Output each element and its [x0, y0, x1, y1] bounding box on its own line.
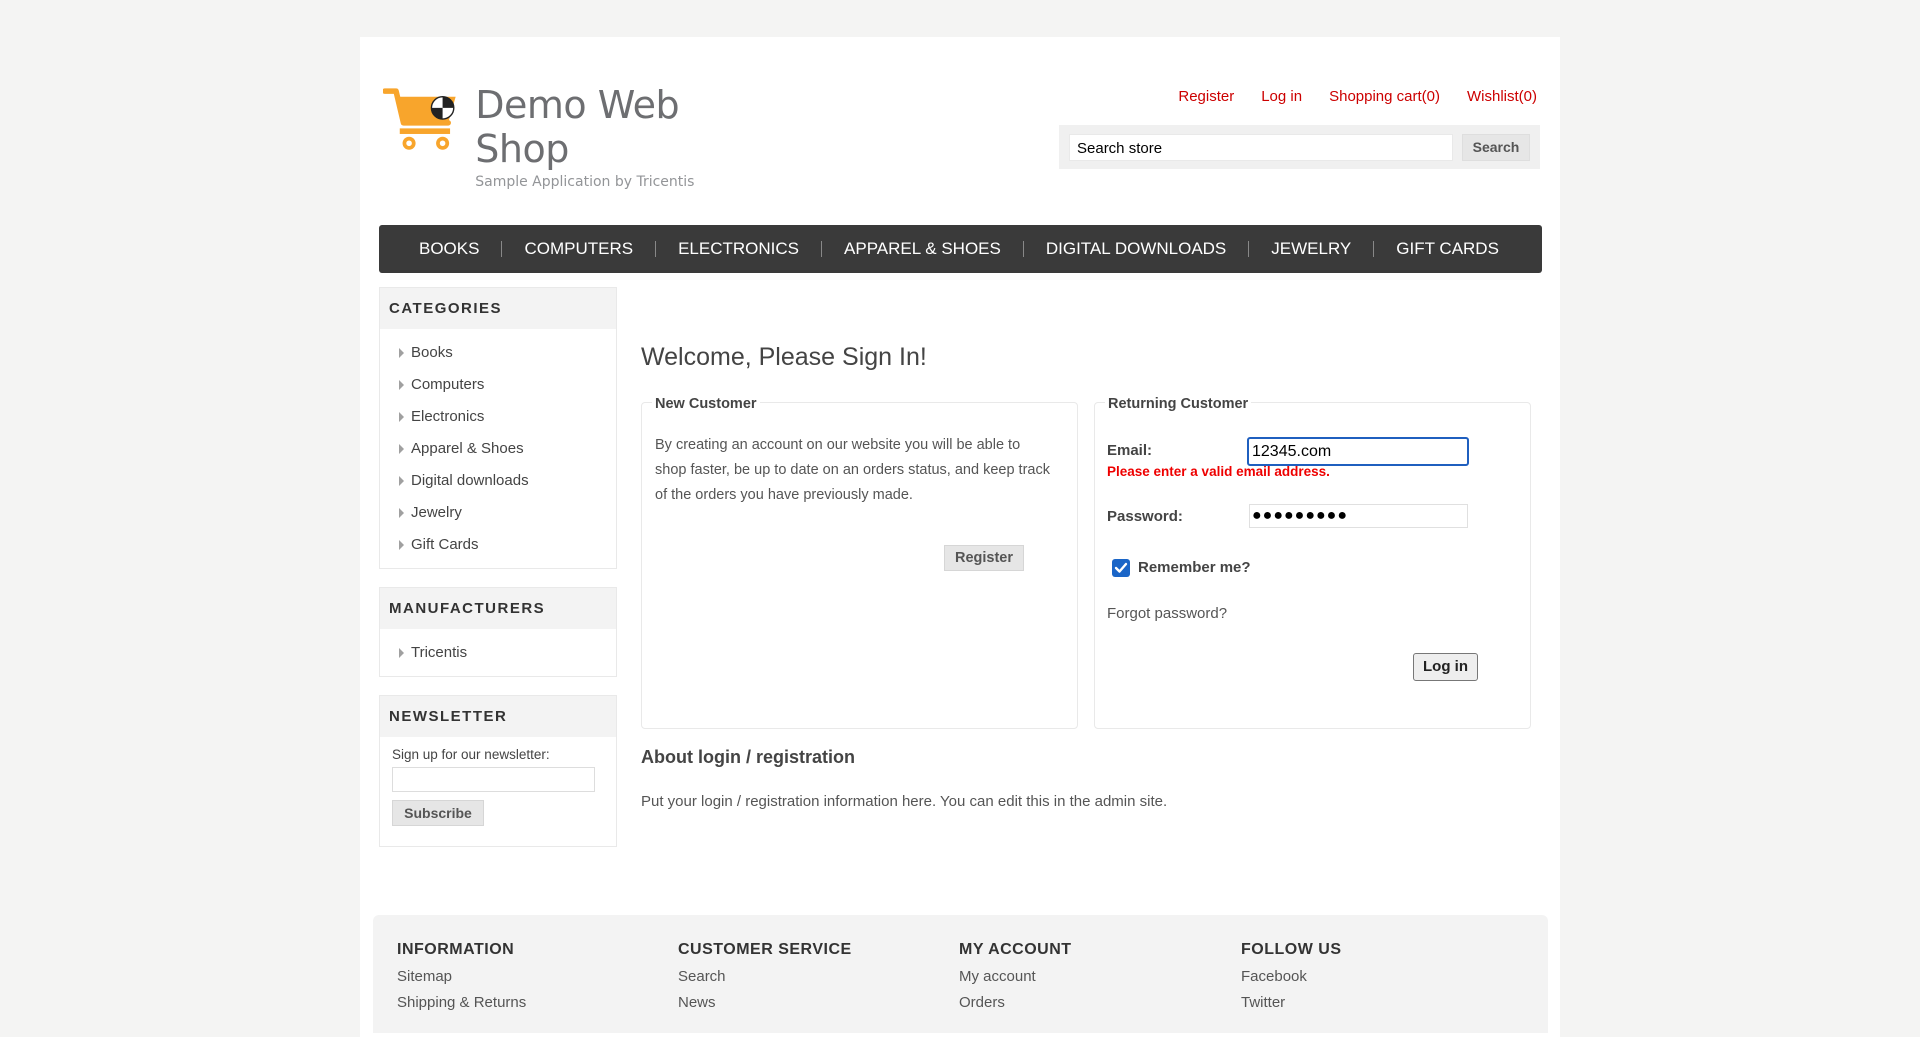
category-link-digital-downloads[interactable]: Digital downloads [380, 466, 616, 498]
footer-column-title: MY ACCOUNT [959, 941, 1072, 958]
footer-link-facebook[interactable]: Facebook [1241, 969, 1501, 985]
footer-column-title: FOLLOW US [1241, 941, 1342, 958]
footer-column-information: INFORMATION Sitemap Shipping & Returns [397, 941, 657, 1011]
email-label: Email: [1107, 442, 1153, 459]
new-customer-legend: New Customer [652, 396, 760, 412]
search-input[interactable]: Search store [1069, 134, 1453, 161]
footer-link-shipping-returns[interactable]: Shipping & Returns [397, 995, 657, 1011]
wishlist-link[interactable]: Wishlist(0) [1467, 88, 1537, 105]
footer-link-sitemap[interactable]: Sitemap [397, 969, 657, 985]
menu-item-digital-downloads[interactable]: DIGITAL DOWNLOADS [1024, 225, 1248, 273]
category-link-jewelry[interactable]: Jewelry [380, 498, 616, 530]
login-button[interactable]: Log in [1413, 653, 1478, 681]
menu-item-gift-cards[interactable]: GIFT CARDS [1374, 225, 1521, 273]
category-link-electronics[interactable]: Electronics [380, 402, 616, 434]
footer-column-my-account: MY ACCOUNT My account Orders [959, 941, 1219, 1011]
category-link-gift-cards[interactable]: Gift Cards [380, 530, 616, 562]
footer-link-twitter[interactable]: Twitter [1241, 995, 1501, 1011]
checkmark-icon [1114, 562, 1128, 573]
email-error-message: Please enter a valid email address. [1107, 464, 1330, 479]
search-box: Search store Search [1059, 125, 1540, 169]
returning-customer-section: Returning Customer Email: 12345.com Plea… [1094, 396, 1531, 729]
manufacturer-link-tricentis[interactable]: Tricentis [380, 638, 616, 670]
top-menu: BOOKS COMPUTERS ELECTRONICS APPAREL & SH… [379, 225, 1542, 273]
side-column: CATEGORIES Books Computers Electronics A… [379, 287, 617, 865]
returning-customer-legend: Returning Customer [1105, 396, 1252, 412]
shopping-cart-logo-icon [383, 88, 456, 150]
newsletter-block: NEWSLETTER Sign up for our newsletter: S… [379, 695, 617, 847]
page-master: Demo Web Shop Sample Application by Tric… [360, 37, 1560, 1037]
menu-item-computers[interactable]: COMPUTERS [502, 225, 655, 273]
categories-block: CATEGORIES Books Computers Electronics A… [379, 287, 617, 569]
footer-link-search[interactable]: Search [678, 969, 938, 985]
logo-subtitle: Sample Application by Tricentis [475, 174, 695, 190]
site-logo[interactable]: Demo Web Shop Sample Application by Tric… [383, 83, 763, 190]
header-links: Register Log in Shopping cart(0) Wishlis… [1178, 88, 1537, 105]
menu-item-jewelry[interactable]: JEWELRY [1249, 225, 1373, 273]
footer: INFORMATION Sitemap Shipping & Returns C… [373, 915, 1548, 1033]
footer-link-my-account[interactable]: My account [959, 969, 1219, 985]
footer-link-orders[interactable]: Orders [959, 995, 1219, 1011]
new-customer-section: New Customer By creating an account on o… [641, 396, 1078, 729]
shopping-cart-link[interactable]: Shopping cart(0) [1329, 88, 1440, 105]
remember-me-label[interactable]: Remember me? [1138, 559, 1251, 576]
category-link-books[interactable]: Books [380, 338, 616, 370]
menu-item-books[interactable]: BOOKS [379, 225, 501, 273]
footer-link-news[interactable]: News [678, 995, 938, 1011]
register-link[interactable]: Register [1178, 88, 1234, 105]
about-title: About login / registration [641, 747, 855, 767]
footer-column-follow-us: FOLLOW US Facebook Twitter [1241, 941, 1501, 1011]
forgot-password-link[interactable]: Forgot password? [1107, 605, 1227, 622]
footer-column-title: INFORMATION [397, 941, 515, 958]
category-link-computers[interactable]: Computers [380, 370, 616, 402]
footer-column-title: CUSTOMER SERVICE [678, 941, 852, 958]
newsletter-title: NEWSLETTER [380, 696, 616, 737]
password-label: Password: [1107, 508, 1183, 525]
remember-me-checkbox[interactable] [1112, 559, 1130, 577]
password-field[interactable]: ●●●●●●●●● [1249, 504, 1468, 528]
categories-title: CATEGORIES [380, 288, 616, 329]
login-link[interactable]: Log in [1261, 88, 1302, 105]
logo-title: Demo Web Shop [475, 83, 680, 171]
menu-item-apparel-shoes[interactable]: APPAREL & SHOES [822, 225, 1023, 273]
about-text: Put your login / registration informatio… [641, 793, 1168, 810]
manufacturers-title: MANUFACTURERS [380, 588, 616, 629]
subscribe-button[interactable]: Subscribe [392, 800, 484, 826]
email-field[interactable]: 12345.com [1247, 437, 1469, 466]
manufacturers-block: MANUFACTURERS Tricentis [379, 587, 617, 677]
menu-item-electronics[interactable]: ELECTRONICS [656, 225, 821, 273]
category-link-apparel-shoes[interactable]: Apparel & Shoes [380, 434, 616, 466]
newsletter-email-input[interactable] [392, 767, 595, 792]
newsletter-label: Sign up for our newsletter: [392, 747, 550, 762]
page-title: Welcome, Please Sign In! [641, 343, 927, 371]
footer-column-customer-service: CUSTOMER SERVICE Search News [678, 941, 938, 1011]
register-button[interactable]: Register [944, 545, 1024, 571]
new-customer-text: By creating an account on our website yo… [655, 437, 1050, 503]
search-button[interactable]: Search [1462, 134, 1530, 161]
